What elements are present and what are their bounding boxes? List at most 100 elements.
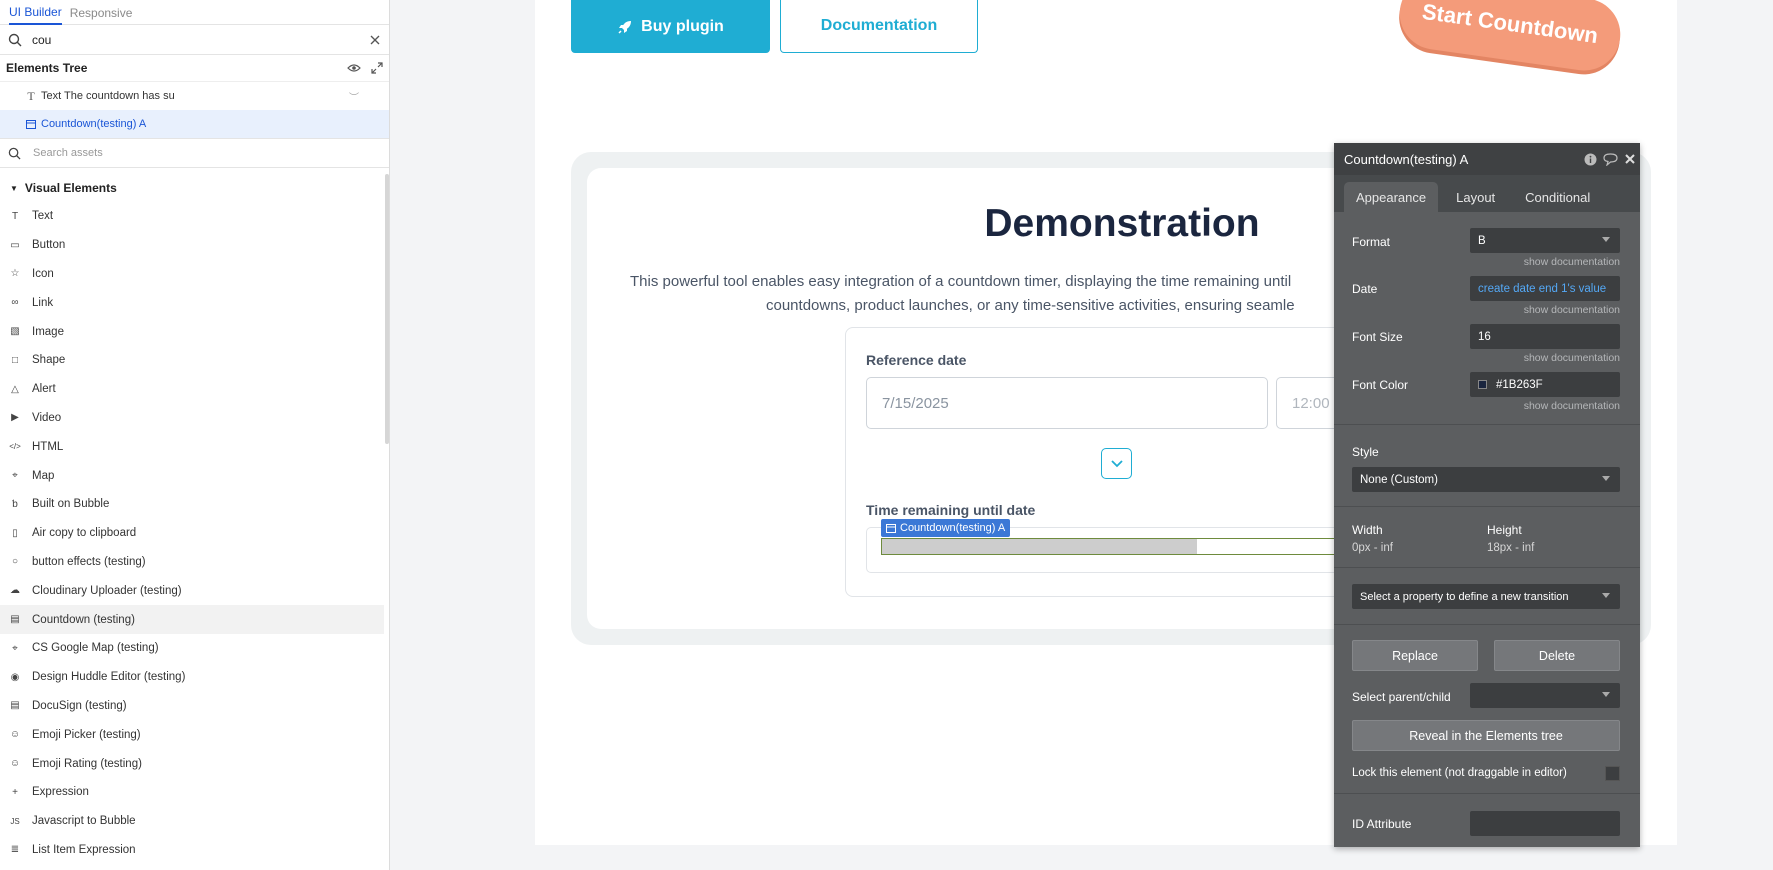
element-search-input[interactable]: cou: [32, 33, 369, 47]
video-icon: ▶: [11, 412, 19, 424]
divider: [1334, 424, 1640, 425]
time-remaining-label: Time remaining until date: [866, 502, 1036, 518]
element-item-label: Alert: [32, 383, 56, 396]
sidebar-scrollbar[interactable]: [385, 174, 389, 444]
replace-button[interactable]: Replace: [1352, 640, 1478, 671]
element-item-label: Icon: [32, 267, 54, 280]
element-item-emoji-picker-testing[interactable]: ☺ Emoji Picker (testing): [0, 720, 384, 749]
assets-search-input[interactable]: Search assets: [33, 147, 103, 159]
format-select[interactable]: B: [1470, 228, 1620, 253]
element-item-button[interactable]: ▭ Button: [0, 231, 384, 260]
element-item-video[interactable]: ▶ Video: [0, 404, 384, 433]
element-item-cloudinary-uploader-testing[interactable]: ☁ Cloudinary Uploader (testing): [0, 576, 384, 605]
element-item-icon[interactable]: ☆ Icon: [0, 260, 384, 289]
dropdown-arrow-icon: [1602, 237, 1610, 242]
element-item-javascript-to-bubble[interactable]: JS Javascript to Bubble: [0, 807, 384, 836]
tree-item-countdown[interactable]: Countdown(testing) A: [0, 110, 389, 138]
element-item-docusign-testing[interactable]: ▤ DocuSign (testing): [0, 692, 384, 721]
show-documentation-link[interactable]: show documentation: [1470, 256, 1620, 268]
eye-icon[interactable]: [347, 63, 361, 73]
element-item-link[interactable]: ∞ Link: [0, 288, 384, 317]
selected-element-tag-label: Countdown(testing) A: [900, 522, 1006, 534]
font-size-input[interactable]: 16: [1470, 324, 1620, 349]
map-pin-icon: ⌖: [12, 642, 18, 654]
transition-select[interactable]: Select a property to define a new transi…: [1352, 584, 1620, 609]
dropdown-arrow-icon: [1602, 692, 1610, 697]
element-item-alert[interactable]: △ Alert: [0, 375, 384, 404]
close-icon[interactable]: [1624, 153, 1636, 165]
show-documentation-link[interactable]: show documentation: [1470, 352, 1620, 364]
style-select[interactable]: None (Custom): [1352, 467, 1620, 492]
documentation-button[interactable]: Documentation: [780, 0, 978, 53]
element-item-label: List Item Expression: [32, 843, 136, 856]
element-item-label: Link: [32, 296, 54, 309]
date-input[interactable]: 7/15/2025: [866, 377, 1268, 429]
expand-icon[interactable]: [371, 62, 383, 74]
tab-ui-builder[interactable]: UI Builder: [9, 0, 62, 25]
tree-item-text[interactable]: T Text The countdown has su ︶: [0, 82, 389, 110]
tab-responsive[interactable]: Responsive: [70, 1, 133, 24]
element-item-image[interactable]: ▧ Image: [0, 317, 384, 346]
dropdown-arrow-icon: [1602, 593, 1610, 598]
info-icon[interactable]: [1584, 153, 1597, 166]
reveal-label: Reveal in the Elements tree: [1409, 728, 1563, 743]
image-icon: ▧: [10, 326, 20, 338]
chevron-down-icon: [1110, 459, 1123, 467]
date-expression-field[interactable]: create date end 1's value: [1470, 276, 1620, 301]
element-item-expression[interactable]: + Expression: [0, 778, 384, 807]
expand-button[interactable]: [1101, 448, 1132, 479]
parent-child-select[interactable]: [1470, 683, 1620, 708]
tree-item-label: Countdown(testing) A: [41, 118, 147, 130]
select-parent-child-label: Select parent/child: [1352, 690, 1451, 704]
delete-button[interactable]: Delete: [1494, 640, 1620, 671]
elements-tree-header: Elements Tree: [0, 55, 389, 82]
reference-date-label: Reference date: [866, 352, 967, 368]
width-label: Width: [1352, 523, 1383, 537]
buy-plugin-button[interactable]: Buy plugin: [571, 0, 770, 53]
list-icon: ≣: [10, 844, 20, 856]
element-item-built-on-bubble[interactable]: ƅ Built on Bubble: [0, 490, 384, 519]
show-documentation-link[interactable]: show documentation: [1470, 400, 1620, 412]
star-icon: ☆: [10, 268, 20, 280]
search-icon: [8, 33, 22, 46]
calendar-icon: [886, 524, 896, 533]
js-icon: JS: [10, 816, 20, 826]
link-icon: ∞: [11, 297, 19, 309]
comment-icon[interactable]: [1603, 152, 1618, 166]
element-item-button-effects-testing[interactable]: ○ button effects (testing): [0, 548, 384, 577]
visual-elements-header[interactable]: ▼ Visual Elements: [0, 174, 384, 202]
height-value: 18px - inf: [1487, 542, 1535, 554]
countdown-element[interactable]: [881, 538, 1361, 555]
show-documentation-link[interactable]: show documentation: [1470, 304, 1620, 316]
element-item-map[interactable]: ⌖ Map: [0, 461, 384, 490]
element-item-shape[interactable]: □ Shape: [0, 346, 384, 375]
element-item-emoji-rating-testing[interactable]: ☺ Emoji Rating (testing): [0, 749, 384, 778]
element-item-countdown-testing[interactable]: ▤ Countdown (testing): [0, 605, 384, 634]
element-item-label: button effects (testing): [32, 555, 146, 568]
font-color-picker[interactable]: #1B263F: [1470, 372, 1620, 397]
tab-conditional[interactable]: Conditional: [1513, 182, 1602, 212]
element-item-label: Expression: [32, 786, 89, 799]
element-item-cs-google-map-testing[interactable]: ⌖ CS Google Map (testing): [0, 634, 384, 663]
element-item-air-copy-to-clipboard[interactable]: ▯ Air copy to clipboard: [0, 519, 384, 548]
element-item-html[interactable]: </> HTML: [0, 432, 384, 461]
element-item-text[interactable]: T Text: [0, 202, 384, 231]
reveal-in-tree-button[interactable]: Reveal in the Elements tree: [1352, 720, 1620, 751]
property-editor-header[interactable]: Countdown(testing) A: [1334, 143, 1640, 175]
time-input-value: 12:00: [1292, 394, 1330, 412]
countdown-element-fill: [882, 539, 1198, 554]
id-attribute-input[interactable]: [1470, 811, 1620, 836]
tab-appearance[interactable]: Appearance: [1344, 182, 1439, 212]
element-item-label: Button: [32, 239, 66, 252]
close-icon[interactable]: [369, 34, 381, 46]
element-item-list-item-expression[interactable]: ≣ List Item Expression: [0, 836, 384, 865]
start-countdown-label: Start Countdown: [1420, 0, 1600, 49]
element-item-design-huddle-editor-testing[interactable]: ◉ Design Huddle Editor (testing): [0, 663, 384, 692]
hidden-eye-icon[interactable]: ︶: [349, 89, 359, 104]
tab-layout[interactable]: Layout: [1444, 182, 1507, 212]
selected-element-tag: Countdown(testing) A: [881, 519, 1011, 537]
font-color-value: #1B263F: [1496, 378, 1543, 391]
element-item-label: Emoji Rating (testing): [32, 757, 142, 770]
lock-element-checkbox[interactable]: [1605, 766, 1620, 781]
start-countdown-button[interactable]: Start Countdown: [1395, 0, 1625, 76]
